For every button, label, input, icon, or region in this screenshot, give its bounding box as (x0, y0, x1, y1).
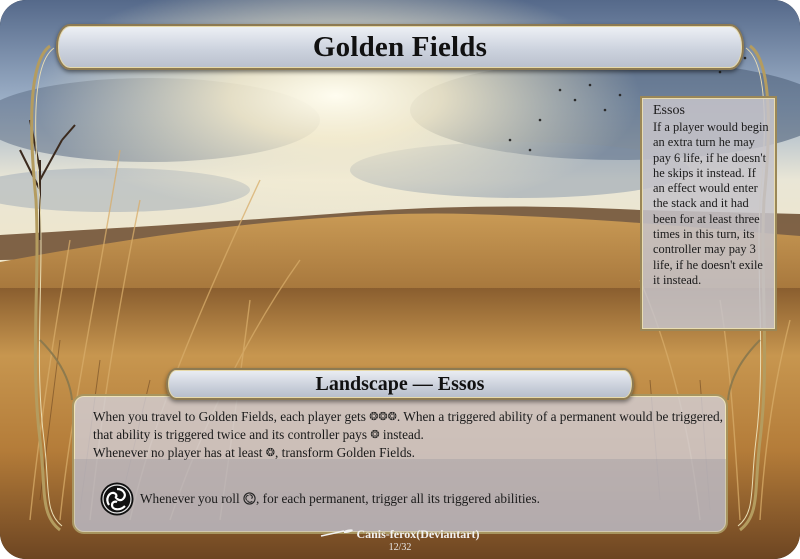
energy-symbol-icon: ❂ (370, 429, 380, 441)
planar-card: Golden Fields Essos If a player would be… (0, 0, 800, 559)
type-line: Landscape — Essos (315, 372, 485, 395)
artist-credit: Canis-ferox(Deviantart) (0, 527, 800, 542)
artist-name: Canis-ferox(Deviantart) (356, 527, 480, 541)
card-title: Golden Fields (312, 30, 488, 63)
type-line-bar: Landscape — Essos (166, 368, 634, 400)
rules-text-segment: , transform Golden Fields. (275, 445, 415, 460)
plane-info-box: Essos If a player would begin an extra t… (640, 96, 777, 331)
chaos-section: Whenever you roll , for each permanent, … (74, 459, 726, 532)
chaos-ability: Whenever you roll , for each permanent, … (99, 481, 540, 517)
title-bar: Golden Fields (56, 24, 744, 70)
chaos-text-segment: Whenever you roll (140, 491, 244, 506)
plane-info-body: If a player would begin an extra turn he… (653, 120, 769, 287)
rules-paragraph-1: When you travel to Golden Fields, each p… (93, 408, 723, 444)
rules-text: When you travel to Golden Fields, each p… (93, 408, 723, 462)
rules-text-segment: instead. (379, 427, 424, 442)
rules-text-segment: When you travel to Golden Fields, each p… (93, 409, 370, 424)
chaos-inline-icon (243, 492, 256, 505)
energy-symbol-icon: ❂ (265, 447, 276, 459)
paintbrush-icon (321, 529, 354, 537)
collector-number: 12/32 (388, 542, 412, 553)
chaos-symbol-icon (100, 482, 134, 516)
rules-text-box: When you travel to Golden Fields, each p… (72, 394, 728, 534)
plane-info-heading: Essos (653, 103, 685, 118)
chaos-text-segment: , for each permanent, trigger all its tr… (256, 491, 540, 506)
chaos-ability-text: Whenever you roll , for each permanent, … (140, 491, 540, 507)
rules-text-segment: Whenever no player has at least (93, 445, 266, 460)
energy-symbols-icon: ❂❂❂ (369, 411, 397, 423)
